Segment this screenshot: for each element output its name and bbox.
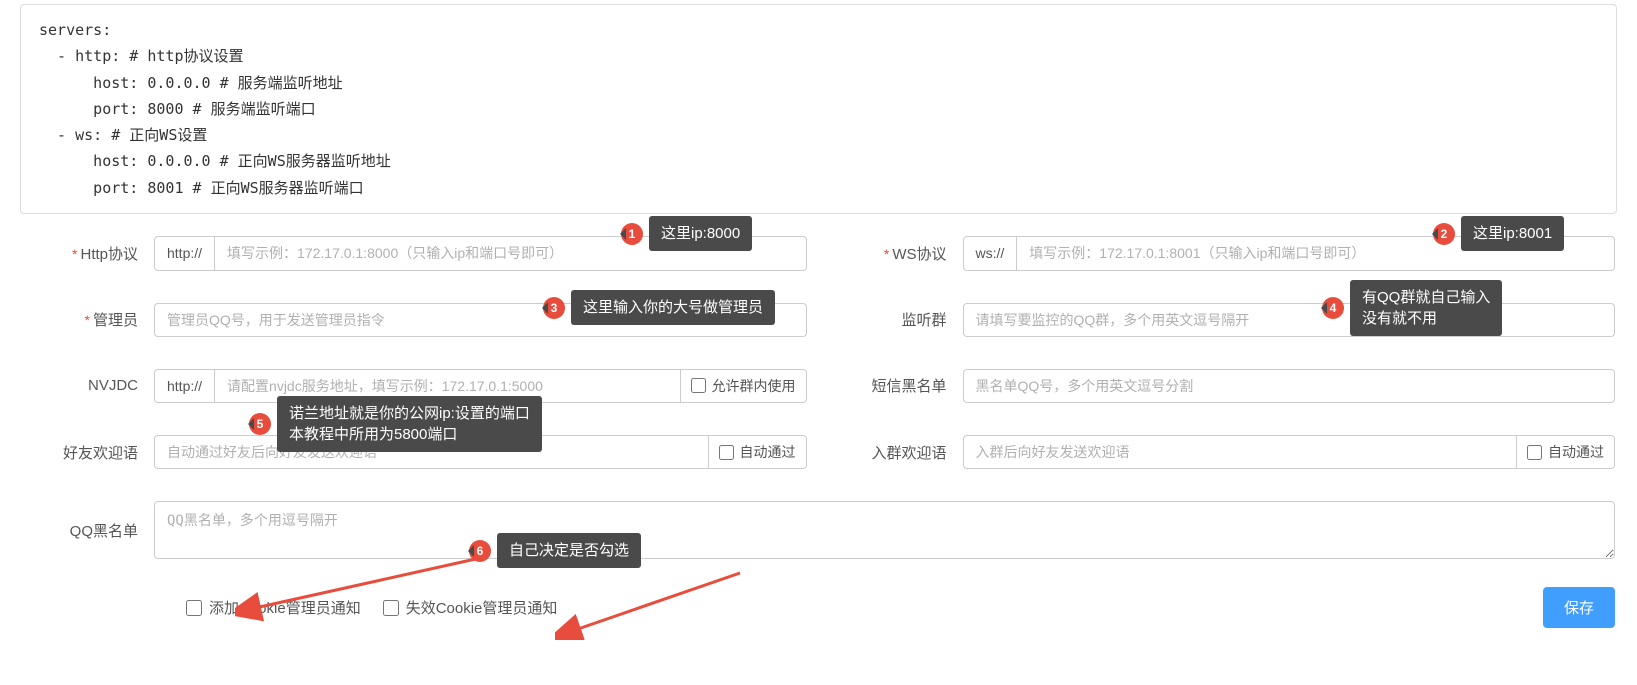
http-addon: http://: [154, 236, 215, 271]
qqbl-input[interactable]: [154, 501, 1615, 559]
group-checkbox[interactable]: [1527, 445, 1542, 460]
friend-suffix[interactable]: 自动通过: [709, 435, 807, 469]
field-http: *Http协议 http://: [22, 236, 807, 271]
config-code-block: servers: - http: # http协议设置 host: 0.0.0.…: [20, 4, 1617, 214]
http-label: Http协议: [80, 246, 138, 263]
ws-addon: ws://: [963, 236, 1018, 271]
group-input[interactable]: [963, 435, 1518, 469]
friend-label: 好友欢迎语: [63, 445, 138, 462]
field-admin: *管理员: [22, 303, 807, 337]
nvjdc-addon: http://: [154, 369, 215, 404]
nvjdc-checkbox[interactable]: [691, 378, 706, 393]
field-qqbl: QQ黑名单: [22, 501, 1615, 559]
nvjdc-label: NVJDC: [88, 377, 138, 394]
field-ws: *WS协议 ws://: [831, 236, 1616, 271]
admin-label: 管理员: [93, 312, 138, 329]
http-input[interactable]: [215, 236, 806, 271]
friend-input[interactable]: [154, 435, 709, 469]
add-cookie-checkbox[interactable]: 添加Cookie管理员通知: [186, 597, 361, 618]
footer: 添加Cookie管理员通知 失效Cookie管理员通知 保存: [22, 587, 1615, 628]
field-sms: 短信黑名单: [831, 369, 1616, 403]
code-text: servers: - http: # http协议设置 host: 0.0.0.…: [39, 17, 1598, 201]
listen-input[interactable]: [963, 303, 1616, 337]
qqbl-label: QQ黑名单: [70, 523, 138, 540]
sms-input[interactable]: [963, 369, 1616, 403]
listen-label: 监听群: [901, 312, 946, 329]
friend-checkbox[interactable]: [719, 445, 734, 460]
form-area: *Http协议 http:// *WS协议 ws:// *管理员 监听群: [20, 236, 1617, 629]
group-suffix[interactable]: 自动通过: [1517, 435, 1615, 469]
field-nvjdc: NVJDC http:// 允许群内使用: [22, 369, 807, 404]
group-label: 入群欢迎语: [871, 445, 946, 462]
ws-input[interactable]: [1017, 236, 1615, 271]
admin-input[interactable]: [154, 303, 807, 337]
field-listen: 监听群: [831, 303, 1616, 337]
nvjdc-suffix[interactable]: 允许群内使用: [681, 369, 807, 404]
save-button[interactable]: 保存: [1543, 587, 1615, 628]
invalid-cookie-checkbox[interactable]: 失效Cookie管理员通知: [383, 597, 558, 618]
ws-label: WS协议: [892, 246, 946, 263]
nvjdc-input[interactable]: [215, 369, 680, 404]
field-group: 入群欢迎语 自动通过: [831, 435, 1616, 469]
field-friend: 好友欢迎语 自动通过: [22, 435, 807, 469]
sms-label: 短信黑名单: [871, 378, 946, 395]
